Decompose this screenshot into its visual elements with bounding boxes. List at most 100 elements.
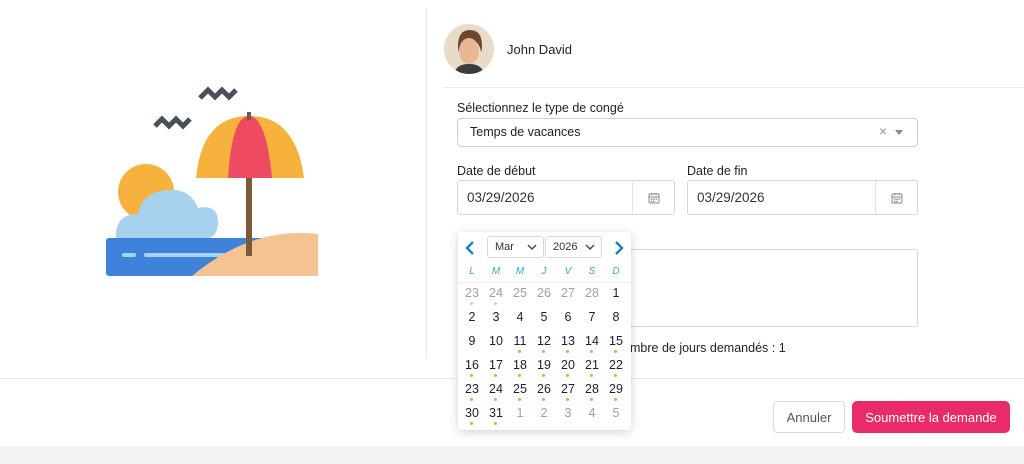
calendar-day[interactable]: 25: [508, 380, 532, 404]
year-select[interactable]: 2026: [545, 236, 602, 258]
calendar-day[interactable]: 4: [508, 308, 532, 332]
calendar-day[interactable]: 9: [460, 332, 484, 356]
calendar-day[interactable]: 28: [580, 284, 604, 308]
event-dot: [494, 374, 497, 377]
event-dot: [518, 374, 521, 377]
event-dot: [494, 398, 497, 401]
calendar-day[interactable]: 19: [532, 356, 556, 380]
calendar-day[interactable]: 3: [484, 308, 508, 332]
weekday-label: V: [564, 266, 572, 277]
weekday-divider: [458, 282, 631, 283]
event-dot: [470, 398, 473, 401]
chevron-right-icon[interactable]: [611, 238, 627, 258]
weekday-label: L: [469, 266, 475, 277]
start-date-field[interactable]: 03/29/2026: [457, 180, 675, 215]
avatar: [444, 24, 494, 74]
calendar-day[interactable]: 24: [484, 380, 508, 404]
event-dot: [590, 374, 593, 377]
calendar-day[interactable]: 13: [556, 332, 580, 356]
calendar-day[interactable]: 20: [556, 356, 580, 380]
end-date-field[interactable]: 03/29/2026: [687, 180, 918, 215]
caret-down-icon[interactable]: [895, 130, 903, 135]
calendar-day[interactable]: 18: [508, 356, 532, 380]
cancel-button[interactable]: Annuler: [773, 401, 845, 433]
calendar-day[interactable]: 15: [604, 332, 628, 356]
start-date-label: Date de début: [457, 164, 536, 178]
event-dot: [518, 398, 521, 401]
calendar-icon[interactable]: [632, 181, 674, 214]
calendar-day[interactable]: 21: [580, 356, 604, 380]
event-dot: [566, 398, 569, 401]
calendar-day[interactable]: 22: [604, 356, 628, 380]
year-value: 2026: [553, 241, 578, 253]
weekday-label: S: [588, 266, 596, 277]
event-dot: [542, 398, 545, 401]
date-picker-popup: Mar 2026 L M M J V S D 23 24 25 26 27 28 1 2 3 4 5 6 7 8 9 10 1…: [458, 232, 631, 430]
chevron-down-icon: [585, 242, 595, 255]
calendar-day[interactable]: 23: [460, 284, 484, 308]
calendar-day[interactable]: 14: [580, 332, 604, 356]
calendar-day[interactable]: 6: [556, 308, 580, 332]
calendar-day[interactable]: 29: [604, 380, 628, 404]
calendar-icon[interactable]: [875, 181, 917, 214]
chevron-down-icon: [527, 242, 537, 255]
calendar-day[interactable]: 26: [532, 380, 556, 404]
month-select[interactable]: Mar: [487, 236, 544, 258]
start-date-value: 03/29/2026: [467, 190, 535, 205]
calendar-day[interactable]: 28: [580, 380, 604, 404]
event-dot: [542, 350, 545, 353]
calendar-day[interactable]: 12: [532, 332, 556, 356]
calendar-day[interactable]: 1: [508, 404, 532, 428]
beach-illustration: [106, 86, 318, 276]
calendar-day[interactable]: 24: [484, 284, 508, 308]
event-dot: [542, 374, 545, 377]
chevron-left-icon[interactable]: [462, 238, 478, 258]
submit-request-button[interactable]: Soumettre la demande: [852, 401, 1010, 433]
calendar-day[interactable]: 23: [460, 380, 484, 404]
event-dot: [494, 422, 497, 425]
user-name: John David: [507, 41, 573, 57]
calendar-day[interactable]: 27: [556, 380, 580, 404]
weekday-label: D: [612, 266, 620, 277]
calendar-day[interactable]: 5: [532, 308, 556, 332]
calendar-day[interactable]: 10: [484, 332, 508, 356]
calendar-day[interactable]: 1: [604, 284, 628, 308]
event-dot: [566, 374, 569, 377]
user-header: John David: [444, 24, 572, 74]
weekday-label: M: [491, 266, 501, 277]
calendar-day[interactable]: 17: [484, 356, 508, 380]
weekday-label: M: [515, 266, 525, 277]
event-dot: [470, 302, 473, 305]
calendar-day[interactable]: 31: [484, 404, 508, 428]
calendar-day[interactable]: 25: [508, 284, 532, 308]
calendar-day[interactable]: 3: [556, 404, 580, 428]
comment-textarea[interactable]: [630, 249, 918, 327]
calendar-day[interactable]: 16: [460, 356, 484, 380]
days-requested-text: mbre de jours demandés : 1: [630, 341, 786, 355]
weekday-label: J: [541, 266, 547, 277]
calendar-day[interactable]: 5: [604, 404, 628, 428]
event-dot: [614, 374, 617, 377]
calendar-day[interactable]: 4: [580, 404, 604, 428]
calendar-day[interactable]: 26: [532, 284, 556, 308]
event-dot: [566, 350, 569, 353]
event-dot: [470, 422, 473, 425]
calendar-day[interactable]: 30: [460, 404, 484, 428]
calendar-day[interactable]: 7: [580, 308, 604, 332]
end-date-label: Date de fin: [687, 164, 748, 178]
calendar-day[interactable]: 11: [508, 332, 532, 356]
calendar-day[interactable]: 8: [604, 308, 628, 332]
event-dot: [470, 374, 473, 377]
end-date-value: 03/29/2026: [697, 190, 765, 205]
event-dot: [614, 350, 617, 353]
event-dot: [494, 302, 497, 305]
event-dot: [590, 350, 593, 353]
leave-type-value: Temps de vacances: [470, 125, 581, 139]
clear-icon[interactable]: ×: [879, 123, 887, 139]
leave-type-label: Sélectionnez le type de congé: [457, 101, 624, 115]
calendar-day[interactable]: 27: [556, 284, 580, 308]
calendar-day[interactable]: 2: [460, 308, 484, 332]
calendar-day[interactable]: 2: [532, 404, 556, 428]
footer-strip: [0, 446, 1024, 464]
leave-type-select[interactable]: Temps de vacances ×: [457, 118, 918, 147]
